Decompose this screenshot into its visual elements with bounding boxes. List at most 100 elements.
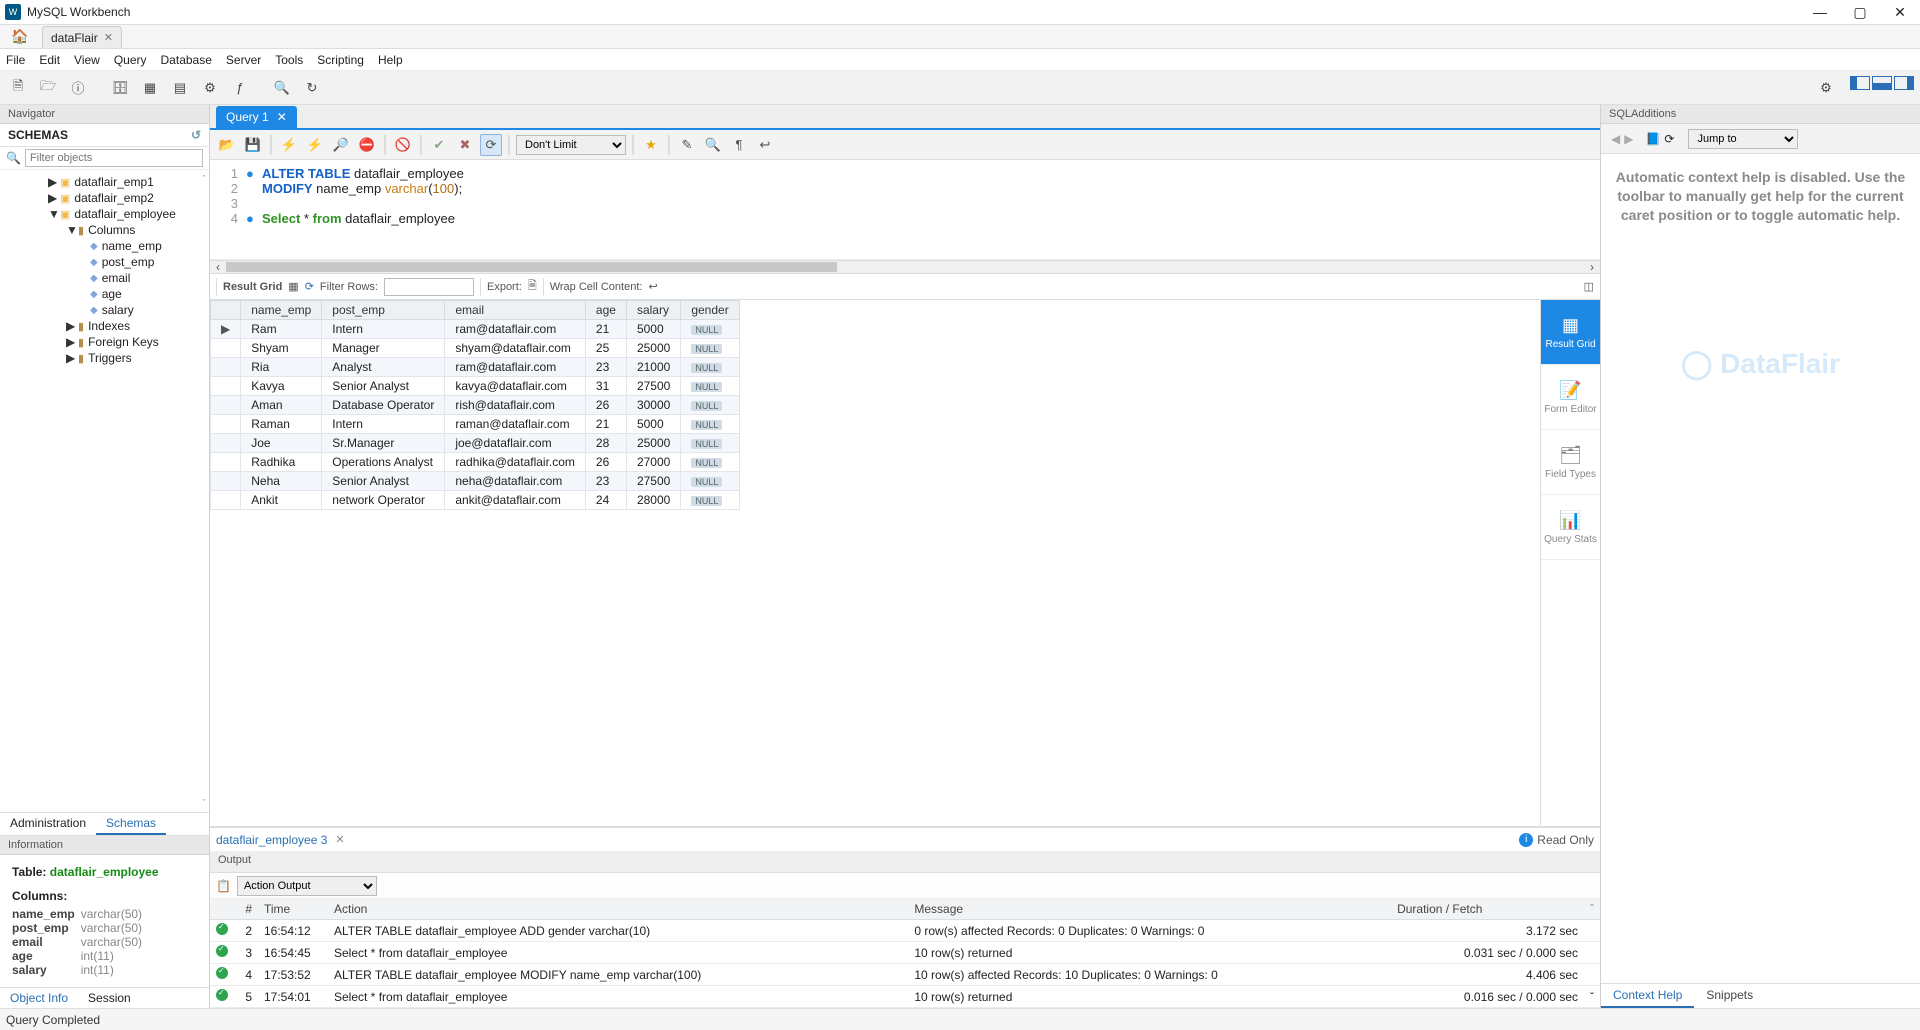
search-code-icon[interactable]: 🔍	[702, 134, 724, 156]
grid-col-header[interactable]: name_emp	[241, 301, 322, 320]
output-col-header[interactable]: #	[234, 899, 258, 920]
output-row[interactable]: 5 17:54:01 Select * from dataflair_emplo…	[210, 986, 1600, 1008]
tree-group[interactable]: ▶▮Triggers	[10, 350, 209, 366]
tab-schemas[interactable]: Schemas	[96, 813, 166, 835]
create-schema-icon[interactable]: 🗄	[108, 76, 132, 100]
table-row[interactable]: RadhikaOperations Analystradhika@datafla…	[211, 453, 740, 472]
tree-group[interactable]: ▶▮Foreign Keys	[10, 334, 209, 350]
tab-session[interactable]: Session	[78, 988, 141, 1008]
menu-edit[interactable]: Edit	[39, 53, 60, 67]
filter-rows-input[interactable]	[384, 278, 474, 296]
tree-scroll[interactable]: ˆˇ	[201, 174, 207, 808]
rebuild-icon[interactable]: ↻	[300, 76, 324, 100]
result-tab-close-icon[interactable]: ✕	[335, 833, 344, 846]
sa-jump-select[interactable]: Jump to	[1688, 129, 1798, 149]
result-tab-label[interactable]: dataflair_employee 3	[216, 833, 327, 847]
query-tab[interactable]: Query 1 ✕	[216, 106, 297, 128]
table-row[interactable]: Ankitnetwork Operatorankit@dataflair.com…	[211, 491, 740, 510]
sa-fwd-icon[interactable]: ▶	[1624, 132, 1633, 146]
side-tab-query-stats[interactable]: 📊Query Stats	[1541, 495, 1600, 560]
scroll-thumb[interactable]	[226, 262, 837, 272]
tree-column[interactable]: ◆age	[10, 286, 209, 302]
tab-context-help[interactable]: Context Help	[1601, 984, 1694, 1008]
query-tab-close-icon[interactable]: ✕	[277, 110, 287, 124]
minimize-button[interactable]: —	[1800, 4, 1840, 21]
beautify-icon[interactable]: ★	[640, 134, 662, 156]
limit-select[interactable]: Don't Limit	[516, 135, 626, 155]
inspector-icon[interactable]: ⓘ	[66, 76, 90, 100]
table-row[interactable]: AmanDatabase Operatorrish@dataflair.com2…	[211, 396, 740, 415]
table-row[interactable]: KavyaSenior Analystkavya@dataflair.com31…	[211, 377, 740, 396]
search-table-icon[interactable]: 🔍	[270, 76, 294, 100]
bottom-panel-toggle-icon[interactable]	[1872, 76, 1892, 90]
tree-columns-group[interactable]: ▼▮Columns	[10, 222, 209, 238]
new-sql-tab-icon[interactable]: 🗎	[6, 76, 30, 100]
output-col-header[interactable]: Action	[328, 899, 908, 920]
output-type-select[interactable]: Action Output	[237, 876, 377, 896]
table-row[interactable]: JoeSr.Managerjoe@dataflair.com2825000NUL…	[211, 434, 740, 453]
maximize-button[interactable]: ▢	[1840, 4, 1880, 21]
sa-back-icon[interactable]: ◀	[1611, 132, 1620, 146]
tab-object-info[interactable]: Object Info	[0, 988, 78, 1008]
explain-icon[interactable]: 🔎	[330, 134, 352, 156]
create-table-icon[interactable]: ▦	[138, 76, 162, 100]
connection-tab-close-icon[interactable]: ✕	[104, 31, 113, 44]
table-row[interactable]: RamanInternraman@dataflair.com215000NULL	[211, 415, 740, 434]
output-table[interactable]: #TimeActionMessageDuration / Fetchˆ 2 16…	[210, 899, 1600, 1008]
scroll-left-icon[interactable]: ‹	[210, 260, 226, 274]
tree-table[interactable]: ▼▣dataflair_employee	[10, 206, 209, 222]
tree-group[interactable]: ▶▮Indexes	[10, 318, 209, 334]
tab-administration[interactable]: Administration	[0, 813, 96, 835]
tree-table[interactable]: ▶▣dataflair_emp2	[10, 190, 209, 206]
tree-column[interactable]: ◆name_emp	[10, 238, 209, 254]
create-func-icon[interactable]: ƒ	[228, 76, 252, 100]
refresh-schemas-icon[interactable]: ↺	[191, 128, 201, 142]
sql-editor[interactable]: 1●ALTER TABLE dataflair_employee2MODIFY …	[210, 160, 1600, 260]
save-file-icon[interactable]: 💾	[242, 134, 264, 156]
output-col-header[interactable]: Time	[258, 899, 328, 920]
schema-tree[interactable]: ▶▣dataflair_emp1▶▣dataflair_emp2▼▣datafl…	[0, 170, 209, 812]
execute-current-icon[interactable]: ⚡	[304, 134, 326, 156]
output-copy-icon[interactable]: 📋	[216, 879, 231, 893]
result-grid-scroll[interactable]: name_emppost_empemailagesalarygender▶Ram…	[210, 300, 1540, 826]
grid-col-header[interactable]: gender	[681, 301, 739, 320]
left-panel-toggle-icon[interactable]	[1850, 76, 1870, 90]
limit-rows-icon[interactable]: 🚫	[392, 134, 414, 156]
filter-objects-input[interactable]	[25, 149, 203, 167]
table-row[interactable]: RiaAnalystram@dataflair.com2321000NULL	[211, 358, 740, 377]
invisible-chars-icon[interactable]: ¶	[728, 134, 750, 156]
commit-icon[interactable]: ✔	[428, 134, 450, 156]
right-panel-toggle-icon[interactable]	[1894, 76, 1914, 90]
rollback-icon[interactable]: ✖	[454, 134, 476, 156]
menu-file[interactable]: File	[6, 53, 25, 67]
output-row[interactable]: 4 17:53:52 ALTER TABLE dataflair_employe…	[210, 964, 1600, 986]
result-grid[interactable]: name_emppost_empemailagesalarygender▶Ram…	[210, 300, 740, 510]
connection-tab[interactable]: dataFlair ✕	[42, 26, 122, 48]
menu-view[interactable]: View	[74, 53, 100, 67]
menu-scripting[interactable]: Scripting	[317, 53, 364, 67]
stop-icon[interactable]: ⛔	[356, 134, 378, 156]
close-button[interactable]: ✕	[1880, 4, 1920, 21]
refresh-icon[interactable]: ⟳	[305, 280, 314, 293]
tree-column[interactable]: ◆email	[10, 270, 209, 286]
sa-toggle-icon[interactable]: ⟳	[1664, 132, 1674, 146]
output-row[interactable]: 3 16:54:45 Select * from dataflair_emplo…	[210, 942, 1600, 964]
menu-query[interactable]: Query	[114, 53, 147, 67]
editor-hscroll[interactable]: ‹ ›	[210, 260, 1600, 274]
side-tab-field-types[interactable]: 🗂Field Types	[1541, 430, 1600, 495]
output-col-header[interactable]: Duration / Fetch	[1391, 899, 1584, 920]
wrap-icon[interactable]: ↩	[648, 280, 657, 293]
tree-column[interactable]: ◆post_emp	[10, 254, 209, 270]
grid-col-header[interactable]: post_emp	[322, 301, 445, 320]
result-grid-icon[interactable]: ▦	[288, 280, 298, 293]
scroll-right-icon[interactable]: ›	[1584, 260, 1600, 274]
execute-icon[interactable]: ⚡	[278, 134, 300, 156]
table-row[interactable]: ▶RamInternram@dataflair.com215000NULL	[211, 320, 740, 339]
output-row[interactable]: 2 16:54:12 ALTER TABLE dataflair_employe…	[210, 920, 1600, 942]
menu-tools[interactable]: Tools	[275, 53, 303, 67]
grid-col-header[interactable]: age	[585, 301, 626, 320]
create-view-icon[interactable]: ▤	[168, 76, 192, 100]
create-proc-icon[interactable]: ⚙	[198, 76, 222, 100]
sa-help-icon[interactable]: 📘	[1645, 132, 1660, 146]
output-col-header[interactable]: Message	[908, 899, 1391, 920]
